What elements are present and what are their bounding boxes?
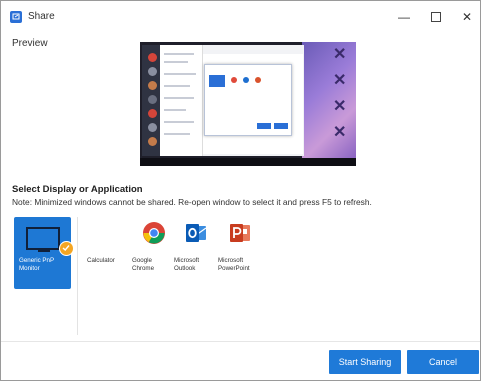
preview-avatar <box>148 81 157 90</box>
selected-check-icon <box>59 241 74 256</box>
maximize-icon <box>431 11 441 22</box>
preview-wallpaper-mark: ✕ <box>333 46 347 63</box>
source-tile-label: Microsoft PowerPoint <box>218 257 250 272</box>
preview-line <box>164 109 186 111</box>
preview-wallpaper-mark: ✕ <box>333 98 347 115</box>
preview-button <box>257 123 271 129</box>
window-title: Share <box>28 11 55 22</box>
source-tile-label: Calculator <box>87 257 115 264</box>
share-app-icon <box>10 11 22 23</box>
source-tile-generic-pnp-monitor[interactable]: Generic PnP Monitor <box>14 217 74 289</box>
preview-sidebar <box>142 45 160 156</box>
preview-line <box>164 121 194 123</box>
title-bar: Share — ✕ <box>1 1 480 31</box>
cancel-button[interactable]: Cancel <box>407 350 479 374</box>
preview-line <box>164 97 194 99</box>
preview-line <box>164 73 196 75</box>
source-note: Note: Minimized windows cannot be shared… <box>12 197 372 207</box>
source-tile-label: Generic PnP Monitor <box>19 257 54 272</box>
chrome-icon <box>142 221 166 245</box>
preview-wallpaper-mark: ✕ <box>333 124 347 141</box>
footer-divider <box>1 341 480 342</box>
preview-button <box>274 123 288 129</box>
outlook-icon <box>184 221 208 245</box>
tile-divider <box>77 217 78 335</box>
preview-avatar <box>148 95 157 104</box>
preview-line <box>164 85 190 87</box>
monitor-stand <box>38 249 50 252</box>
preview-app-dot <box>231 77 237 83</box>
maximize-button[interactable] <box>423 7 449 27</box>
preview-avatar <box>148 67 157 76</box>
select-source-heading: Select Display or Application <box>12 184 143 195</box>
preview-desktop-wallpaper <box>302 42 356 158</box>
preview-taskbar <box>140 158 356 166</box>
preview-app-dot <box>255 77 261 83</box>
start-sharing-button[interactable]: Start Sharing <box>329 350 401 374</box>
source-tile-microsoft-outlook[interactable]: Microsoft Outlook <box>174 217 214 293</box>
minimize-button[interactable]: — <box>391 7 417 27</box>
source-tile-calculator[interactable]: Calculator <box>87 217 127 293</box>
preview-list <box>160 45 203 156</box>
preview-selected-tile <box>209 75 225 87</box>
source-tile-google-chrome[interactable]: Google Chrome <box>132 217 172 293</box>
source-tile-label: Google Chrome <box>132 257 155 272</box>
preview-label: Preview <box>12 38 48 49</box>
preview-avatar <box>148 53 157 62</box>
preview-image: ✕ ✕ ✕ ✕ <box>140 42 356 166</box>
preview-avatar <box>148 109 157 118</box>
share-dialog: Share — ✕ Preview ✕ ✕ ✕ ✕ Select Display… <box>0 0 481 381</box>
source-tile-microsoft-powerpoint[interactable]: Microsoft PowerPoint <box>218 217 258 293</box>
preview-share-dialog <box>204 64 292 136</box>
monitor-icon <box>26 227 60 250</box>
preview-wallpaper-mark: ✕ <box>333 72 347 89</box>
preview-app-dot <box>243 77 249 83</box>
preview-line <box>164 61 188 63</box>
powerpoint-icon <box>228 221 252 245</box>
preview-line <box>164 53 194 55</box>
source-tile-label: Microsoft Outlook <box>174 257 200 272</box>
preview-avatar <box>148 137 157 146</box>
preview-avatar <box>148 123 157 132</box>
close-button[interactable]: ✕ <box>454 7 480 27</box>
preview-line <box>164 133 190 135</box>
